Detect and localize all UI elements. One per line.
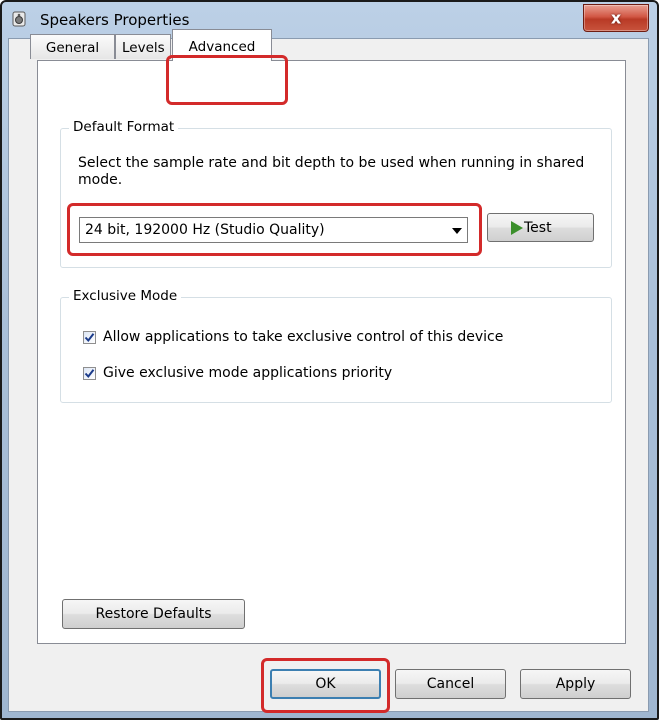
exclusive-priority-checkbox[interactable] [83,367,96,380]
cancel-button[interactable]: Cancel [395,669,506,699]
ok-label: OK [315,676,336,692]
close-button[interactable]: x [583,4,649,32]
play-icon [511,221,523,235]
ok-button[interactable]: OK [270,669,381,699]
test-button[interactable]: Test [487,213,594,242]
sample-rate-selected-value: 24 bit, 192000 Hz (Studio Quality) [85,222,325,238]
exclusive-mode-group: Exclusive Mode [60,288,612,403]
exclusive-priority-label: Give exclusive mode applications priorit… [103,365,393,381]
close-icon: x [610,8,622,28]
default-format-group: Default Format [60,119,612,268]
window-title: Speakers Properties [40,11,190,29]
default-format-legend: Default Format [69,119,179,135]
tab-levels[interactable]: Levels [115,34,171,59]
exclusive-mode-legend: Exclusive Mode [69,288,182,304]
checkmark-icon [84,369,95,379]
tab-general[interactable]: General [30,34,115,59]
title-bar[interactable]: Speakers Properties x [2,2,657,34]
exclusive-control-label: Allow applications to take exclusive con… [103,329,504,345]
checkmark-icon [84,333,95,343]
default-format-description: Select the sample rate and bit depth to … [78,155,585,188]
apply-button[interactable]: Apply [520,669,631,699]
restore-defaults-button[interactable]: Restore Defaults [62,599,245,629]
restore-defaults-label: Restore Defaults [95,606,212,622]
tab-advanced[interactable]: Advanced [172,29,272,61]
cancel-label: Cancel [426,676,475,692]
test-button-label: Test [524,219,552,236]
tab-advanced-label: Advanced [188,39,256,55]
dropdown-arrow-icon[interactable] [452,228,462,234]
exclusive-control-checkbox[interactable] [83,331,96,344]
tab-levels-label: Levels [122,40,165,56]
sample-rate-dropdown[interactable]: 24 bit, 192000 Hz (Studio Quality) [79,217,468,243]
apply-label: Apply [555,676,596,692]
tab-general-label: General [45,40,100,56]
speaker-icon [12,11,26,27]
